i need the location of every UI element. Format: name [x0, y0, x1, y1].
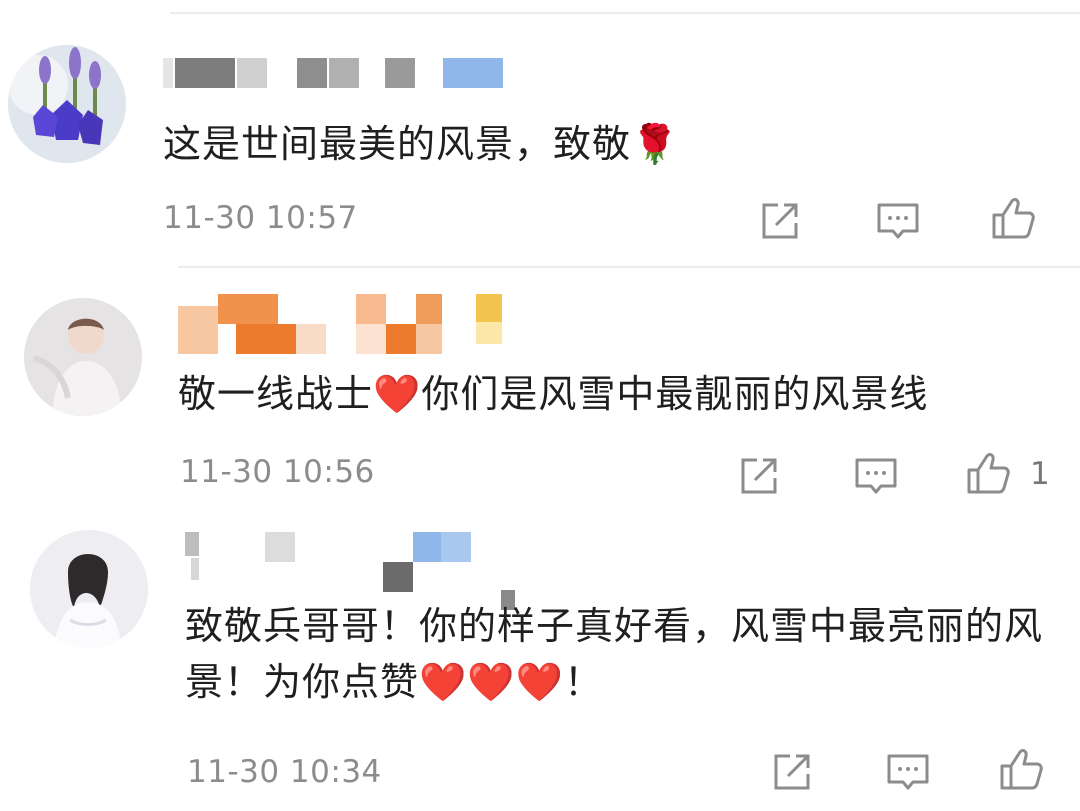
comment-item: 致敬兵哥哥！你的样子真好看，风雪中最亮丽的风景！为你点赞❤️❤️❤️！ 11-3…: [0, 526, 1080, 811]
like-button[interactable]: [965, 448, 1013, 496]
comment-text: 致敬兵哥哥！你的样子真好看，风雪中最亮丽的风景！为你点赞❤️❤️❤️！: [185, 604, 1044, 704]
username-redacted[interactable]: [178, 294, 508, 356]
reply-button[interactable]: [852, 452, 900, 500]
thumbs-up-icon: [967, 453, 1010, 494]
share-button[interactable]: [756, 197, 804, 245]
reply-button[interactable]: [884, 748, 932, 796]
reply-button[interactable]: [874, 197, 922, 245]
thumbs-up-icon: [1000, 749, 1043, 790]
comment-time: 11-30 10:56: [180, 454, 375, 490]
lavender-flower-avatar: [8, 45, 126, 163]
username-redacted[interactable]: [163, 58, 523, 92]
share-icon: [762, 203, 798, 239]
avatar[interactable]: [30, 530, 148, 648]
person-photo-avatar: [24, 298, 142, 416]
like-count: 1: [1030, 456, 1050, 492]
comment-icon: [855, 458, 897, 494]
comment-icon: [877, 203, 919, 239]
comment-text: 敬一线战士❤️你们是风雪中最靓丽的风景线: [178, 372, 929, 416]
comment-time: 11-30 10:34: [187, 754, 382, 790]
thumbs-up-icon: [992, 198, 1035, 239]
comment-item: 这是世间最美的风景，致敬🌹 11-30 10:57: [0, 0, 1080, 265]
username-redacted[interactable]: [185, 532, 515, 610]
avatar[interactable]: [8, 45, 126, 163]
share-button[interactable]: [768, 748, 816, 796]
person-photo-avatar: [30, 530, 148, 648]
comment-icon: [887, 754, 929, 790]
like-button[interactable]: [990, 193, 1038, 241]
avatar[interactable]: [24, 298, 142, 416]
comment-text: 这是世间最美的风景，致敬🌹: [163, 122, 680, 166]
comment-time: 11-30 10:57: [163, 200, 358, 236]
share-button[interactable]: [735, 452, 783, 500]
share-icon: [774, 754, 810, 790]
comment-item: 敬一线战士❤️你们是风雪中最靓丽的风景线 11-30 10:56 1: [0, 266, 1080, 526]
like-button[interactable]: [998, 744, 1046, 792]
share-icon: [741, 458, 777, 494]
